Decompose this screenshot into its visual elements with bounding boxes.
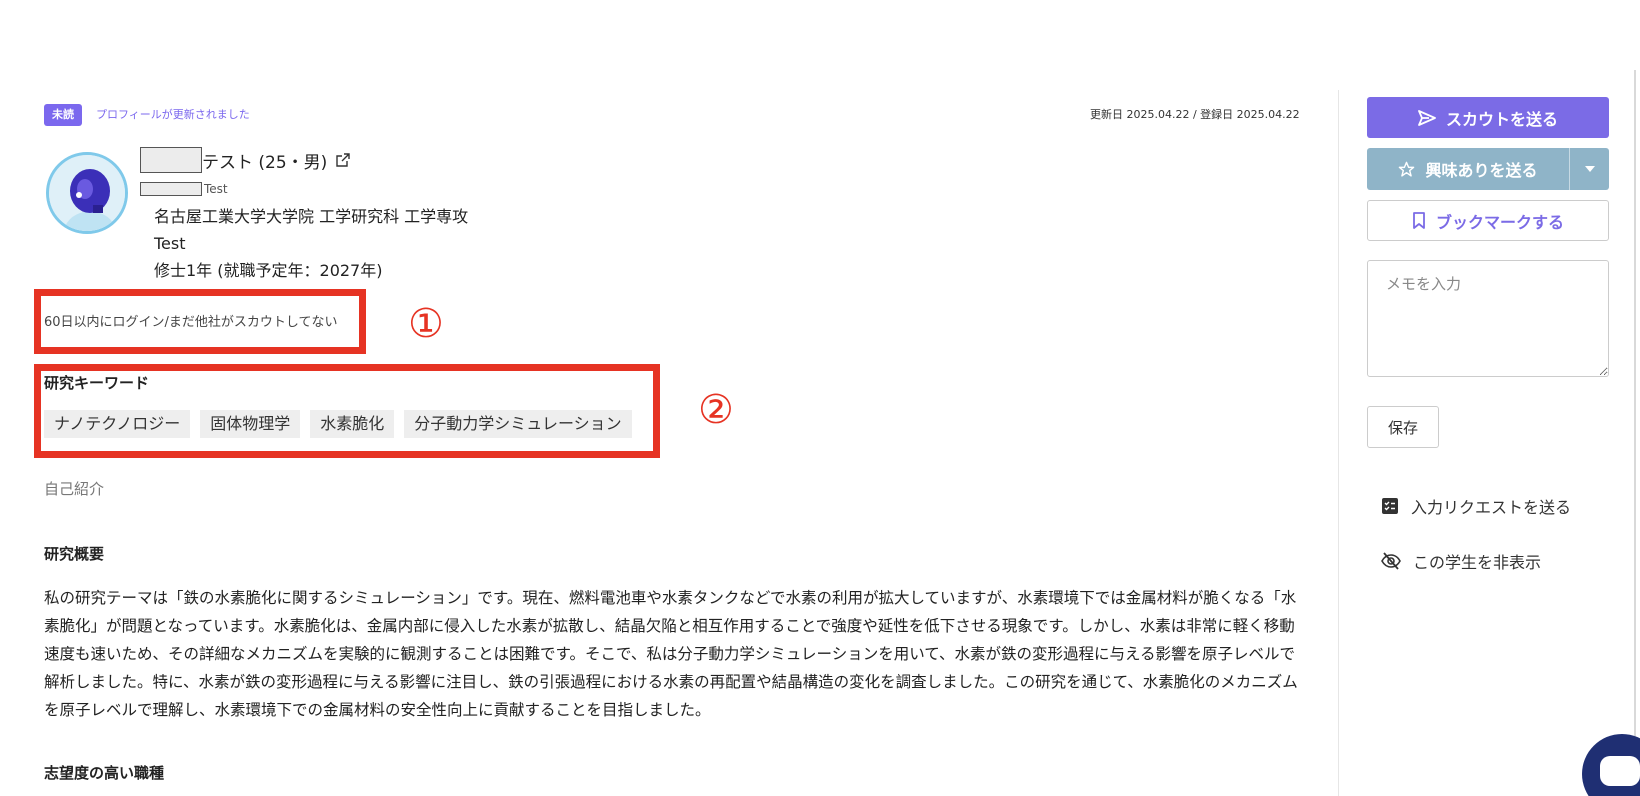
- bookmark-label: ブックマークする: [1435, 212, 1564, 232]
- send-scout-button[interactable]: スカウトを送る: [1367, 97, 1609, 138]
- robot-avatar-icon: [49, 155, 125, 231]
- masked-name: [140, 147, 202, 173]
- login-status: 60日以内にログイン/まだ他社がスカウトしてない: [44, 315, 338, 330]
- self-intro-label: 自己紹介: [44, 480, 105, 498]
- avatar: [46, 152, 128, 234]
- student-kana-row: Test: [140, 180, 228, 198]
- chat-icon: [1600, 756, 1640, 786]
- profile-main: 未読 プロフィールが更新されました 更新日 2025.04.22 / 登録日 2…: [34, 0, 1306, 796]
- desired-jobs-title: 志望度の高い職種: [44, 764, 165, 782]
- annotation-marker-1: ①: [408, 301, 444, 347]
- send-interest-button[interactable]: 興味ありを送る: [1367, 148, 1569, 190]
- bookmark-button[interactable]: ブックマークする: [1367, 200, 1609, 241]
- research-overview-body: 私の研究テーマは「鉄の水素脆化に関するシミュレーション」です。現在、燃料電池車や…: [44, 589, 1298, 719]
- school-name: 名古屋工業大学大学院 工学研究科 工学専攻: [154, 207, 469, 226]
- hide-student-label: この学生を非表示: [1413, 553, 1542, 572]
- checklist-icon: [1382, 498, 1398, 514]
- research-keywords-title: 研究キーワード: [44, 374, 150, 392]
- grade: 修士1年 (就職予定年：2027年): [154, 261, 383, 280]
- student-name: テスト (25・男): [202, 152, 328, 173]
- star-icon: [1399, 161, 1415, 177]
- keyword-tag: 水素脆化: [310, 410, 395, 438]
- save-memo-button[interactable]: 保存: [1367, 406, 1439, 448]
- update-register-dates: 更新日 2025.04.22 / 登録日 2025.04.22: [1090, 108, 1300, 121]
- keyword-tag: 固体物理学: [200, 410, 301, 438]
- bookmark-icon: [1413, 212, 1425, 229]
- hide-student-link[interactable]: この学生を非表示: [1381, 549, 1541, 573]
- send-scout-label: スカウトを送る: [1445, 109, 1558, 129]
- annotation-marker-2: ②: [698, 387, 734, 433]
- unread-badge: 未読: [44, 104, 82, 126]
- research-keyword-list: ナノテクノロジー 固体物理学 水素脆化 分子動力学シミュレーション: [44, 410, 632, 438]
- send-interest-label: 興味ありを送る: [1425, 161, 1538, 180]
- update-notice: プロフィールが更新されました: [96, 108, 250, 121]
- send-icon: [1418, 109, 1436, 126]
- research-overview-title: 研究概要: [44, 545, 105, 563]
- send-input-request-label: 入力リクエストを送る: [1411, 498, 1572, 517]
- keyword-tag: ナノテクノロジー: [44, 410, 191, 438]
- column-divider: [1338, 90, 1339, 796]
- student-name-row: テスト (25・男): [140, 146, 351, 174]
- memo-input[interactable]: [1367, 260, 1609, 377]
- department: Test: [154, 234, 186, 253]
- scrollbar-track[interactable]: [1634, 70, 1636, 796]
- eye-off-icon: [1381, 552, 1401, 570]
- student-kana: Test: [204, 182, 228, 196]
- send-input-request-link[interactable]: 入力リクエストを送る: [1381, 494, 1571, 518]
- caret-down-icon: [1584, 166, 1595, 172]
- interest-dropdown-toggle[interactable]: [1569, 148, 1609, 190]
- external-link-icon[interactable]: [335, 152, 351, 168]
- chat-support-button[interactable]: [1582, 734, 1640, 796]
- keyword-tag: 分子動力学シミュレーション: [404, 410, 632, 438]
- send-interest-button-group: 興味ありを送る: [1367, 148, 1609, 190]
- masked-kana: [140, 182, 202, 196]
